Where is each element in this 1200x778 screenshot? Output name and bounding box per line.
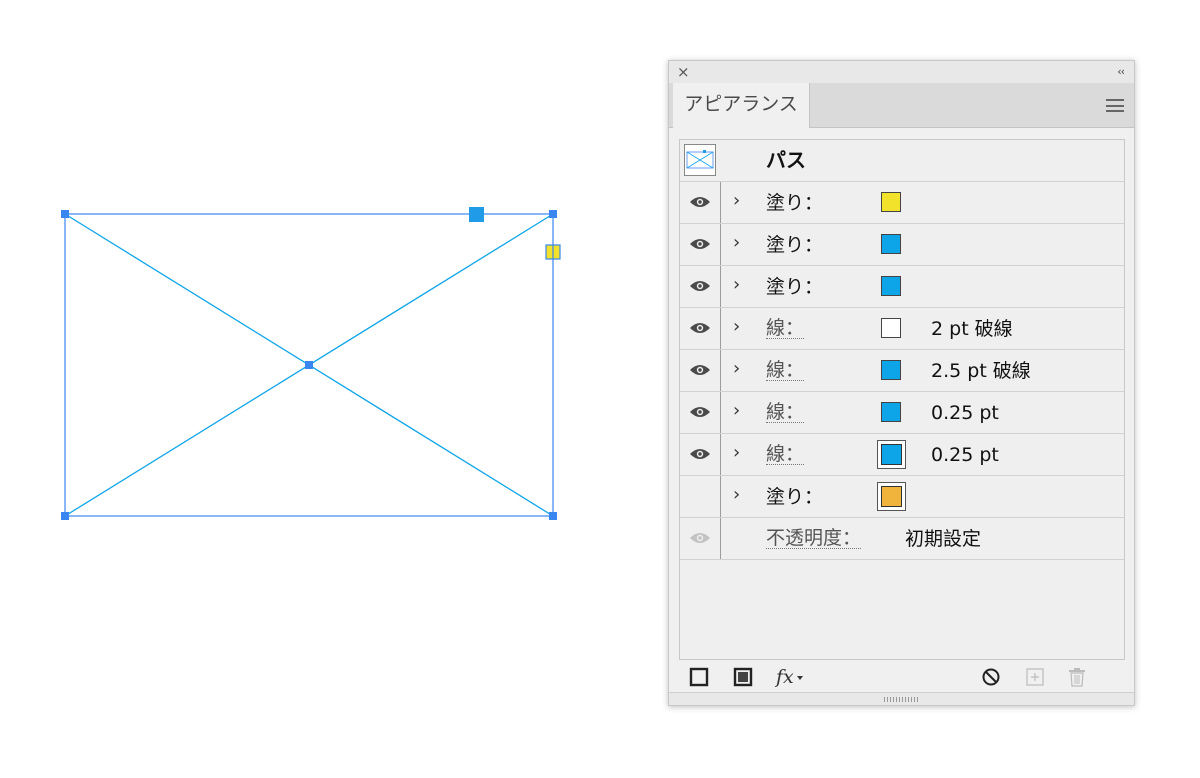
stroke-weight-value: 0.25 pt (931, 444, 999, 466)
eye-cell[interactable] (680, 266, 721, 307)
color-swatch[interactable] (877, 440, 906, 469)
attribute-label: 塗り： (766, 234, 824, 256)
tab-appearance[interactable]: アピアランス (673, 83, 810, 128)
fill-row[interactable]: › 塗り： (680, 224, 1124, 266)
attribute-label: 塗り： (766, 276, 824, 298)
opacity-label[interactable]: 不透明度： (766, 528, 862, 549)
shape-widget-handle[interactable] (469, 207, 484, 222)
path-thumbnail-icon (684, 144, 716, 176)
anchor-point-bottom-left[interactable] (61, 512, 69, 520)
eye-icon[interactable] (689, 237, 711, 251)
add-new-stroke-icon[interactable] (689, 667, 709, 687)
collapse-icon[interactable]: ‹‹ (1117, 63, 1125, 81)
color-swatch[interactable] (881, 234, 901, 254)
eye-icon[interactable] (689, 405, 711, 419)
expand-chevron-icon[interactable]: › (733, 191, 740, 211)
fill-row[interactable]: › 塗り： (680, 182, 1124, 224)
expand-chevron-icon[interactable]: › (733, 443, 740, 463)
eye-icon[interactable] (689, 195, 711, 209)
anchor-point-bottom-right[interactable] (549, 512, 557, 520)
expand-chevron-icon[interactable]: › (733, 233, 740, 253)
center-point[interactable] (305, 361, 313, 369)
color-swatch[interactable] (881, 318, 901, 338)
duplicate-item-icon[interactable] (1025, 667, 1045, 687)
effect-dropdown-icon[interactable] (797, 675, 803, 681)
panel-titlebar: × ‹‹ (669, 61, 1134, 83)
eye-icon[interactable] (689, 279, 711, 293)
add-new-fill-icon[interactable] (733, 667, 753, 687)
attribute-label: 塗り： (766, 486, 824, 508)
panel-footer: fx (669, 661, 1134, 693)
expand-chevron-icon[interactable]: › (733, 401, 740, 421)
anchor-point-top-right[interactable] (549, 210, 557, 218)
stroke-row[interactable]: › 線： 2.5 pt 破線 (680, 350, 1124, 392)
panel-resize-grip[interactable] (669, 692, 1134, 705)
eye-cell[interactable] (680, 308, 721, 349)
attribute-label[interactable]: 線： (766, 360, 805, 381)
eye-icon[interactable] (689, 531, 711, 545)
stroke-weight-value: 2.5 pt 破線 (931, 360, 1031, 382)
attribute-label: 塗り： (766, 192, 824, 214)
eye-icon[interactable] (689, 321, 711, 335)
fill-row[interactable]: › 塗り： (680, 266, 1124, 308)
appearance-list: パス › 塗り： › 塗り： › 塗り： › 線： 2 pt 破線 › 線： 2.5 pt 破線 › 線：… (679, 139, 1125, 660)
color-swatch[interactable] (881, 276, 901, 296)
expand-chevron-icon[interactable]: › (733, 485, 740, 505)
attribute-label[interactable]: 線： (766, 402, 805, 423)
tab-strip: アピアランス (669, 83, 1134, 128)
color-swatch[interactable] (877, 482, 906, 511)
expand-chevron-icon[interactable]: › (733, 275, 740, 295)
stroke-row[interactable]: › 線： 2 pt 破線 (680, 308, 1124, 350)
live-corner-widget[interactable] (545, 244, 561, 260)
stroke-row[interactable]: › 線： 0.25 pt (680, 392, 1124, 434)
eye-cell[interactable] (680, 392, 721, 433)
eye-cell[interactable] (680, 350, 721, 391)
add-new-effect-icon[interactable]: fx (776, 667, 794, 687)
expand-chevron-icon[interactable]: › (733, 317, 740, 337)
color-swatch[interactable] (881, 192, 901, 212)
eye-icon[interactable] (689, 363, 711, 377)
eye-cell[interactable] (680, 224, 721, 265)
appearance-panel: × ‹‹ アピアランス パス › 塗り： › 塗り： › 塗り： › 線： 2 pt 破線 › 線：… (668, 60, 1135, 706)
eye-cell[interactable] (680, 518, 721, 559)
color-swatch[interactable] (881, 360, 901, 380)
color-swatch[interactable] (881, 402, 901, 422)
expand-chevron-icon[interactable]: › (733, 359, 740, 379)
eye-icon[interactable] (689, 447, 711, 461)
artboard-canvas[interactable] (0, 0, 640, 778)
opacity-row[interactable]: 不透明度： 初期設定 (680, 518, 1124, 560)
delete-item-icon[interactable] (1067, 667, 1087, 687)
opacity-value: 初期設定 (905, 528, 982, 550)
anchor-point-top-left[interactable] (61, 210, 69, 218)
object-title: パス (766, 148, 806, 172)
fill-row[interactable]: › 塗り： (680, 476, 1124, 518)
attribute-label[interactable]: 線： (766, 444, 805, 465)
attribute-label[interactable]: 線： (766, 318, 805, 339)
stroke-weight-value: 0.25 pt (931, 402, 999, 424)
object-row[interactable]: パス (680, 140, 1124, 182)
close-icon[interactable]: × (677, 62, 690, 82)
eye-cell[interactable] (680, 182, 721, 223)
stroke-row[interactable]: › 線： 0.25 pt (680, 434, 1124, 476)
stroke-weight-value: 2 pt 破線 (931, 318, 1013, 340)
clear-appearance-icon[interactable] (981, 667, 1001, 687)
eye-cell[interactable] (680, 434, 721, 475)
eye-cell[interactable] (680, 476, 721, 517)
panel-menu-icon[interactable] (1106, 99, 1124, 112)
